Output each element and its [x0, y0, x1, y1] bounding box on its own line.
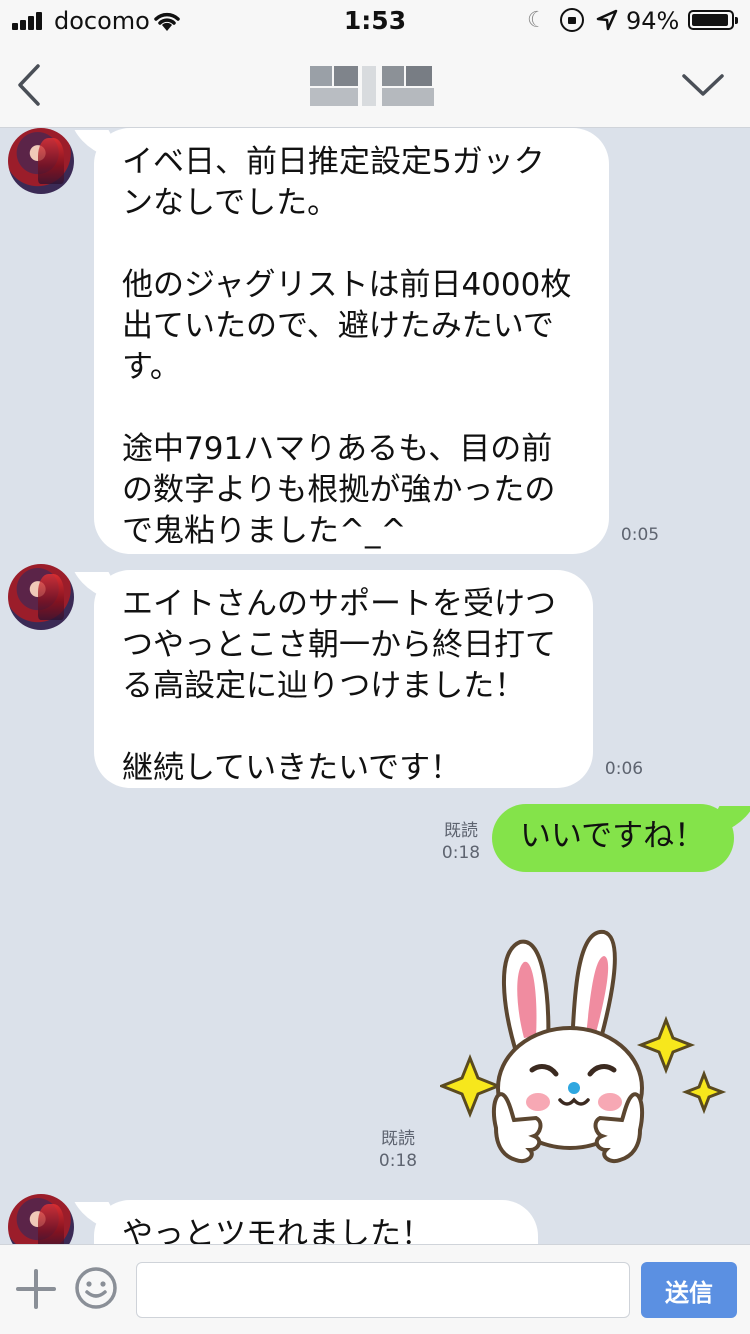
- plus-icon[interactable]: [14, 1267, 58, 1311]
- avatar[interactable]: [8, 564, 74, 630]
- message-input-bar: 送信: [0, 1244, 750, 1334]
- chat-area[interactable]: イベ日、前日推定設定5ガック ンなしでした。 他のジャグリストは前日4000枚 …: [0, 128, 750, 1244]
- orientation-lock-icon: [560, 8, 584, 32]
- read-receipt: 既読 0:18: [436, 820, 486, 864]
- message-time: 0:05: [620, 525, 660, 545]
- read-label: 既読: [444, 821, 478, 841]
- message-time: 0:06: [604, 759, 644, 779]
- message-bubble[interactable]: エイトさんのサポートを受けつ つやっとこさ朝一から終日打て る高設定に辿りつけま…: [94, 570, 593, 788]
- message-time: 0:18: [441, 843, 481, 863]
- message-bubble-outgoing[interactable]: いいですね！: [492, 804, 734, 872]
- avatar[interactable]: [8, 1194, 74, 1244]
- do-not-disturb-icon: ☾: [527, 8, 547, 33]
- rabbit-sticker-icon[interactable]: [440, 928, 730, 1168]
- avatar[interactable]: [8, 128, 74, 194]
- send-button[interactable]: 送信: [641, 1262, 737, 1318]
- message-bubble[interactable]: イベ日、前日推定設定5ガック ンなしでした。 他のジャグリストは前日4000枚 …: [94, 128, 609, 554]
- status-bar: docomo 1:53 ☾ 94%: [0, 0, 750, 40]
- chevron-down-icon[interactable]: [680, 70, 726, 100]
- location-icon: [596, 9, 618, 31]
- battery-level: [692, 14, 728, 26]
- chat-header: [0, 40, 750, 128]
- chat-title-redacted: [310, 62, 440, 108]
- battery-percent: 94%: [626, 7, 680, 35]
- message-bubble[interactable]: やっとツモれました！: [94, 1200, 538, 1244]
- read-label: 既読: [381, 1129, 415, 1149]
- read-receipt: 既読 0:18: [370, 1128, 426, 1172]
- back-chevron-icon[interactable]: [14, 62, 44, 108]
- message-input[interactable]: [136, 1262, 630, 1318]
- message-time: 0:18: [378, 1151, 418, 1171]
- battery-icon: [688, 10, 738, 30]
- emoji-icon[interactable]: [74, 1266, 118, 1310]
